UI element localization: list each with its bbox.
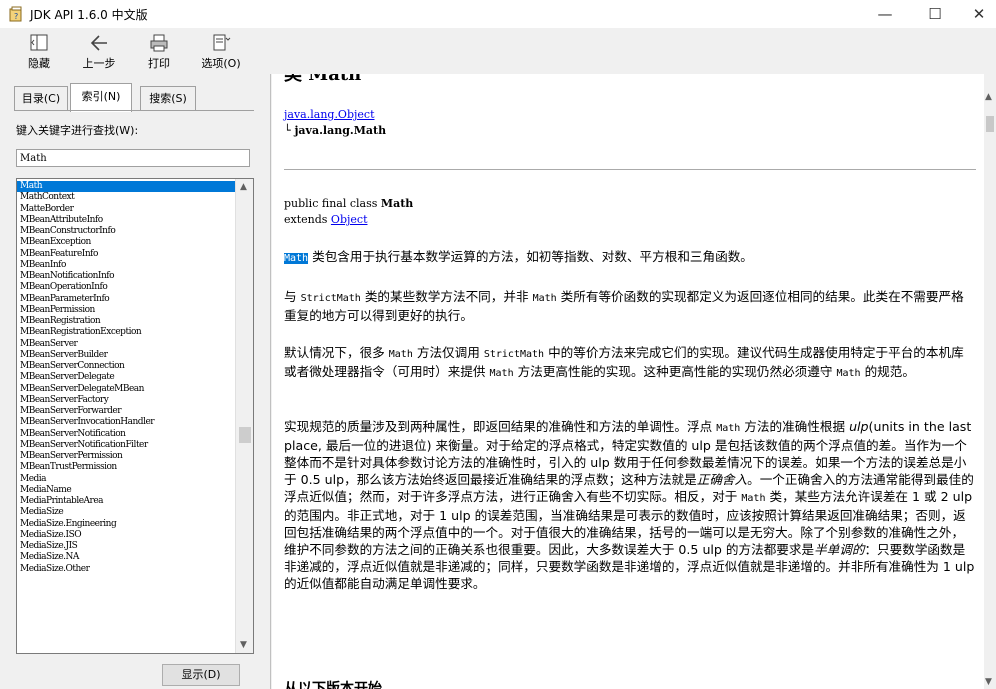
keyword-label: 键入关键字进行查找(W): (16, 124, 139, 137)
object-link[interactable]: java.lang.Object (284, 108, 375, 121)
tab-divider (14, 110, 254, 111)
print-button[interactable]: 打印 (136, 30, 182, 72)
paragraph-1: Math 类包含用于执行基本数学运算的方法，如初等指数、对数、平方根和三角函数。 (284, 249, 753, 264)
hide-button[interactable]: 隐藏 (16, 30, 62, 72)
content-scroll-down-icon[interactable]: ▼ (985, 677, 992, 687)
class-declaration: public final class Math (284, 197, 414, 210)
paragraph-4: 实现规范的质量涉及到两种属性，即返回结果的准确性和方法的单调性。浮点 Math … (284, 419, 975, 591)
divider (284, 169, 976, 170)
maximize-button[interactable]: ☐ (912, 0, 958, 28)
index-list-item[interactable]: MBeanServerPermission (17, 451, 235, 462)
paragraph-3: 默认情况下，很多 Math 方法仅调用 StrictMath 中的等价方法来完成… (284, 345, 964, 379)
tab-search[interactable]: 搜索(S) (140, 86, 196, 111)
display-button[interactable]: 显示(D) (162, 664, 240, 686)
index-list-item[interactable]: MBeanServerInvocationHandler (17, 417, 235, 428)
index-list-item[interactable]: MediaSize.ISO (17, 530, 235, 541)
index-list-item[interactable]: MatteBorder (17, 204, 235, 215)
pane-splitter[interactable] (262, 74, 271, 689)
back-arrow-icon (90, 35, 107, 51)
index-list-item[interactable]: MediaName (17, 485, 235, 496)
index-scrollbar[interactable]: ▲ ▼ (235, 179, 253, 653)
minimize-button[interactable]: — (862, 0, 908, 28)
svg-text:?: ? (14, 12, 18, 21)
index-list-item[interactable]: MBeanRegistration (17, 316, 235, 327)
index-list-item[interactable]: MBeanParameterInfo (17, 294, 235, 305)
hide-pane-icon (30, 34, 48, 51)
index-list-item[interactable]: MediaSize.JIS (17, 541, 235, 552)
index-list-item[interactable]: Math (17, 181, 235, 193)
options-button[interactable]: 选项(O) (193, 30, 249, 72)
page-heading: 类 Math (284, 74, 362, 85)
scroll-up-icon[interactable]: ▲ (240, 182, 247, 192)
options-icon (213, 34, 231, 51)
index-list-item[interactable]: MBeanInfo (17, 260, 235, 271)
content-scrollbar[interactable]: ▲ ▼ (984, 74, 996, 689)
tab-contents[interactable]: 目录(C) (14, 86, 68, 111)
tab-index[interactable]: 索引(N) (70, 83, 132, 112)
help-book-icon: ? (9, 6, 22, 22)
index-list-item[interactable]: MediaSize.NA (17, 552, 235, 563)
index-list-item[interactable]: MBeanFeatureInfo (17, 249, 235, 260)
index-list-item[interactable]: MBeanPermission (17, 305, 235, 316)
index-list-item[interactable]: MBeanRegistrationException (17, 327, 235, 338)
index-list-item[interactable]: MBeanConstructorInfo (17, 226, 235, 237)
index-list-item[interactable]: MBeanServer (17, 339, 235, 350)
back-button[interactable]: 上一步 (76, 30, 122, 72)
since-heading: 从以下版本开始 (284, 681, 382, 689)
index-list-item[interactable]: MediaPrintableArea (17, 496, 235, 507)
index-list-item[interactable]: MediaSize.Engineering (17, 519, 235, 530)
index-list[interactable]: Math MathContext MatteBorder MBeanAttribute… (16, 178, 254, 654)
index-list-item[interactable]: MathContext (17, 192, 235, 203)
index-list-item[interactable]: MediaSize.Other (17, 564, 235, 575)
index-list-item[interactable]: MediaSize (17, 507, 235, 518)
content-scroll-up-icon[interactable]: ▲ (985, 92, 992, 102)
toolbar: 隐藏 上一步 打印 选项(O) (0, 28, 996, 74)
content-scroll-thumb[interactable] (986, 116, 994, 132)
index-list-item[interactable]: MBeanServerFactory (17, 395, 235, 406)
navigation-pane: 目录(C) 索引(N) 搜索(S) 键入关键字进行查找(W): Math Mat… (0, 74, 262, 689)
index-list-item[interactable]: MBeanNotificationInfo (17, 271, 235, 282)
index-items: Math MathContext MatteBorder MBeanAttribute… (17, 181, 235, 575)
index-list-item[interactable]: MBeanServerDelegate (17, 372, 235, 383)
index-list-item[interactable]: MBeanTrustPermission (17, 462, 235, 473)
keyword-input[interactable]: Math (16, 149, 250, 167)
index-list-item[interactable]: MBeanOperationInfo (17, 282, 235, 293)
extends-object-link[interactable]: Object (331, 213, 368, 226)
scroll-thumb[interactable] (239, 427, 251, 443)
index-list-item[interactable]: MBeanException (17, 237, 235, 248)
title-bar: ? JDK API 1.6.0 中文版 — ☐ ✕ (0, 0, 996, 28)
index-list-item[interactable]: MBeanServerNotificationFilter (17, 440, 235, 451)
index-list-item[interactable]: MBeanServerBuilder (17, 350, 235, 361)
index-list-item[interactable]: MBeanServerForwarder (17, 406, 235, 417)
scroll-down-icon[interactable]: ▼ (240, 640, 247, 650)
index-list-item[interactable]: MBeanServerDelegateMBean (17, 384, 235, 395)
index-list-item[interactable]: MBeanServerConnection (17, 361, 235, 372)
index-list-item[interactable]: Media (17, 474, 235, 485)
hierarchy-child: └ java.lang.Math (284, 124, 387, 137)
content-pane: 类 Math java.lang.Object └ java.lang.Math… (272, 74, 984, 689)
index-list-item[interactable]: MBeanServerNotification (17, 429, 235, 440)
printer-icon (150, 34, 168, 52)
index-list-item[interactable]: MBeanAttributeInfo (17, 215, 235, 226)
window-title: JDK API 1.6.0 中文版 (30, 8, 148, 22)
paragraph-2: 与 StrictMath 类的某些数学方法不同，并非 Math 类所有等价函数的… (284, 289, 964, 323)
extends-line: extends Object (284, 213, 368, 226)
close-button[interactable]: ✕ (956, 0, 996, 28)
